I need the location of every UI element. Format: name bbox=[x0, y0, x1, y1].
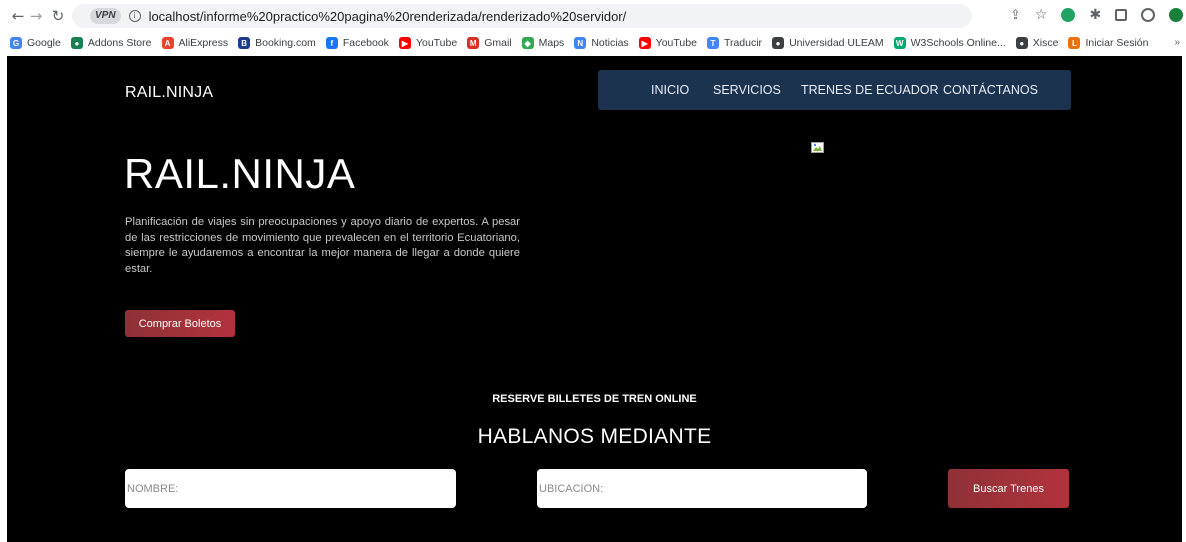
bookmarks-overflow-icon[interactable]: » bbox=[1174, 37, 1180, 48]
bookmark-item[interactable]: M Gmail bbox=[467, 37, 512, 49]
back-arrow-icon[interactable]: ← bbox=[8, 6, 28, 26]
extension-icons: ⇪ ☆ ✱ ⋮ bbox=[1010, 7, 1186, 23]
bookmark-favicon-icon: ● bbox=[1015, 37, 1028, 49]
url-text[interactable]: localhost/informe%20practico%20pagina%20… bbox=[149, 9, 627, 24]
bookmark-item[interactable]: L Iniciar Sesión bbox=[1068, 37, 1148, 49]
bookmark-item[interactable]: ● Addons Store bbox=[70, 37, 152, 49]
bookmark-label: Traducir bbox=[723, 37, 763, 49]
broken-image-icon bbox=[811, 142, 824, 153]
main-navbar: INICIO SERVICIOS TRENES DE ECUADOR CONTÁ… bbox=[598, 70, 1071, 110]
bookmark-favicon-icon: G bbox=[10, 37, 22, 49]
location-input[interactable] bbox=[537, 469, 867, 508]
puzzle-extensions-icon[interactable]: ✱ bbox=[1089, 7, 1101, 23]
bookmark-label: Facebook bbox=[342, 37, 389, 49]
name-input[interactable] bbox=[125, 469, 456, 508]
booking-heading: HABLANOS MEDIANTE bbox=[477, 425, 712, 448]
nav-link-inicio[interactable]: INICIO bbox=[651, 83, 689, 97]
bookmark-label: Iniciar Sesión bbox=[1085, 37, 1149, 49]
bookmark-item[interactable]: B Booking.com bbox=[238, 37, 316, 49]
bookmark-favicon-icon: L bbox=[1068, 37, 1081, 49]
side-panel-icon[interactable] bbox=[1115, 9, 1128, 21]
bookmark-label: Universidad ULEAM bbox=[789, 37, 884, 49]
bookmark-label: Gmail bbox=[484, 37, 512, 49]
bookmark-favicon-icon: ● bbox=[772, 37, 785, 49]
search-trains-button[interactable]: Buscar Trenes bbox=[948, 469, 1069, 508]
bookmark-item[interactable]: ▶ YouTube bbox=[638, 37, 697, 49]
web-page: RAIL.NINJA INICIO SERVICIOS TRENES DE EC… bbox=[7, 56, 1182, 542]
bookmark-favicon-icon: W bbox=[893, 37, 906, 49]
bookmark-favicon-icon: ▶ bbox=[398, 37, 411, 49]
nav-link-trenes-ecuador[interactable]: TRENES DE ECUADOR bbox=[801, 83, 939, 97]
bookmark-favicon-icon: f bbox=[325, 37, 338, 49]
bookmark-item[interactable]: ▶ YouTube bbox=[398, 37, 458, 49]
bookmark-item[interactable]: A AliExpress bbox=[161, 37, 229, 49]
bookmark-favicon-icon: A bbox=[161, 37, 174, 49]
bookmark-star-icon[interactable]: ☆ bbox=[1035, 7, 1048, 23]
bookmark-label: Booking.com bbox=[255, 37, 316, 49]
vpn-badge[interactable]: VPN bbox=[90, 8, 121, 24]
bookmark-label: YouTube bbox=[415, 37, 458, 49]
forward-arrow-icon[interactable]: → bbox=[26, 6, 46, 26]
bookmark-label: Maps bbox=[538, 37, 565, 49]
bookmark-favicon-icon: ● bbox=[70, 37, 83, 49]
security-extension-icon[interactable] bbox=[1169, 8, 1184, 22]
profile-avatar-icon[interactable] bbox=[1141, 8, 1156, 22]
bookmark-favicon-icon: T bbox=[706, 37, 719, 49]
buy-tickets-button[interactable]: Comprar Boletos bbox=[125, 310, 235, 337]
bookmark-label: Noticias bbox=[591, 37, 629, 49]
share-icon[interactable]: ⇪ bbox=[1010, 8, 1021, 23]
bookmark-label: Google bbox=[27, 37, 61, 49]
hero-title: RAIL.NINJA bbox=[124, 150, 356, 197]
bookmark-item[interactable]: ● Universidad ULEAM bbox=[772, 37, 884, 49]
hero-description: Planificación de viajes sin preocupacion… bbox=[125, 216, 520, 275]
bookmark-favicon-icon: M bbox=[467, 37, 480, 49]
bookmarks-bar: G Google ● Addons Store A AliExpress B Booking.… bbox=[0, 32, 1186, 54]
bookmark-item[interactable]: ◆ Maps bbox=[521, 37, 565, 49]
browser-toolbar: ← → ↻ VPN i localhost/informe%20practico… bbox=[0, 0, 1186, 32]
bookmark-item[interactable]: W W3Schools Online... bbox=[893, 37, 1006, 49]
site-info-icon[interactable]: i bbox=[128, 10, 141, 22]
bookmark-label: Xisce bbox=[1032, 37, 1059, 49]
nav-link-contactanos[interactable]: CONTÁCTANOS bbox=[943, 83, 1038, 97]
bookmark-favicon-icon: ▶ bbox=[638, 37, 651, 49]
bookmark-item[interactable]: f Facebook bbox=[325, 37, 389, 49]
bookmark-item[interactable]: ● Xisce bbox=[1015, 37, 1059, 49]
nav-link-servicios[interactable]: SERVICIOS bbox=[713, 83, 781, 97]
address-bar[interactable]: VPN i localhost/informe%20practico%20pag… bbox=[72, 4, 972, 28]
reload-icon[interactable]: ↻ bbox=[48, 6, 68, 26]
site-logo[interactable]: RAIL.NINJA bbox=[125, 84, 213, 102]
bookmark-favicon-icon: N bbox=[574, 37, 587, 49]
bookmark-item[interactable]: G Google bbox=[10, 37, 61, 49]
shield-extension-icon[interactable] bbox=[1061, 8, 1076, 22]
booking-subheading: RESERVE BILLETES DE TREN ONLINE bbox=[492, 393, 697, 405]
bookmark-favicon-icon: ◆ bbox=[521, 37, 534, 49]
bookmark-label: YouTube bbox=[655, 37, 697, 49]
bookmark-label: Addons Store bbox=[87, 37, 152, 49]
bookmark-label: AliExpress bbox=[178, 37, 229, 49]
bookmark-favicon-icon: B bbox=[238, 37, 251, 49]
bookmark-label: W3Schools Online... bbox=[910, 37, 1006, 49]
bookmark-item[interactable]: T Traducir bbox=[706, 37, 763, 49]
bookmark-item[interactable]: N Noticias bbox=[574, 37, 629, 49]
